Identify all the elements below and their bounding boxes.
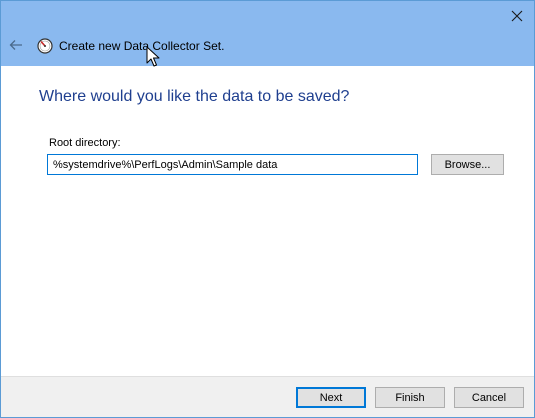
dialog-footer: Next Finish Cancel [1,376,534,417]
back-button[interactable] [5,34,27,56]
finish-button[interactable]: Finish [375,387,445,408]
browse-button[interactable]: Browse... [431,154,504,175]
performance-monitor-icon [37,38,53,54]
title-bar: Create new Data Collector Set. [1,1,534,67]
close-button[interactable] [500,1,534,31]
back-arrow-icon [9,40,22,50]
close-icon [511,10,523,22]
next-button[interactable]: Next [296,387,366,408]
mouse-cursor-icon [146,46,160,67]
window-title: Create new Data Collector Set. [59,39,225,53]
root-directory-label: Root directory: [49,137,121,149]
page-heading: Where would you like the data to be save… [39,88,350,105]
cancel-button[interactable]: Cancel [454,387,524,408]
dialog-window: Create new Data Collector Set. Where wou… [0,0,535,418]
root-directory-input[interactable] [47,154,418,175]
